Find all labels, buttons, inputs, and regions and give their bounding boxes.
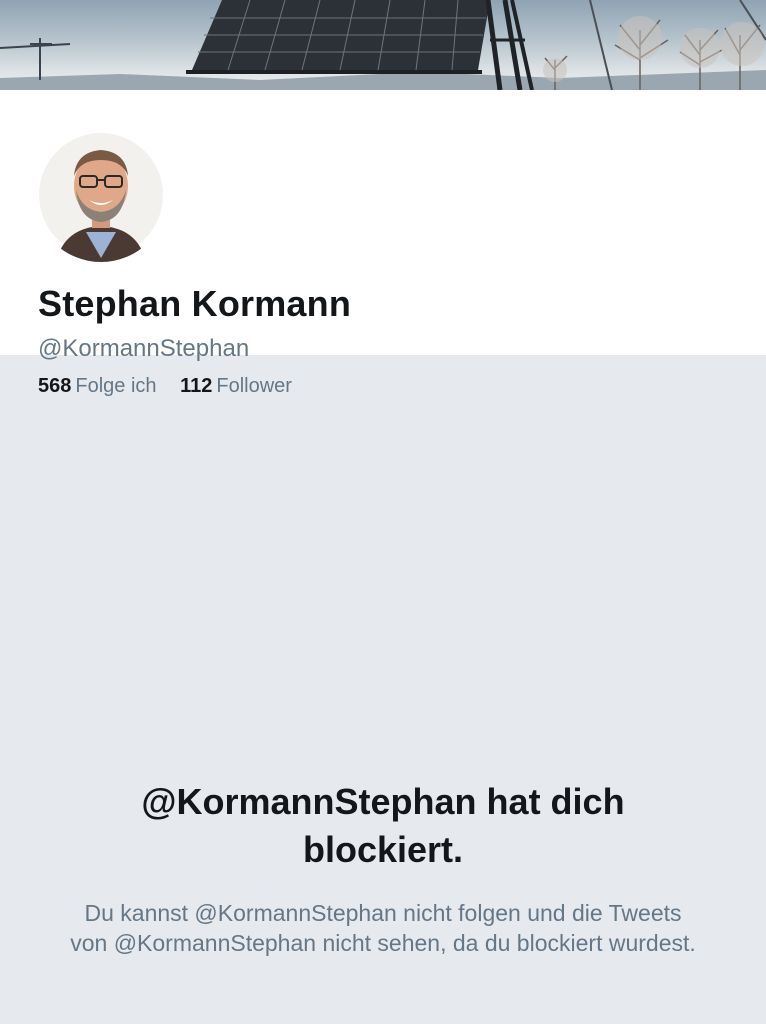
profile-stats: 568 Folge ich 112 Follower — [38, 375, 310, 398]
blocked-notice: @KormannStephan hat dich blockiert. Du k… — [0, 778, 766, 958]
followers-stat[interactable]: 112 Follower — [180, 375, 292, 398]
profile-banner-image[interactable] — [0, 0, 766, 90]
blocked-title: @KormannStephan hat dich blockiert. — [141, 781, 625, 870]
profile-handle: @KormannStephan — [38, 335, 250, 362]
following-label: Folge ich — [75, 375, 157, 397]
profile-header: Stephan Kormann @KormannStephan 568 Folge… — [0, 90, 766, 397]
followers-label: Follower — [216, 375, 292, 397]
profile-page: Stephan Kormann @KormannStephan 568 Folge… — [0, 0, 766, 1024]
following-count: 568 — [38, 375, 72, 397]
following-stat[interactable]: 568 Folge ich — [38, 375, 157, 398]
blocked-message: Du kannst @KormannStephan nicht folgen u… — [70, 900, 696, 956]
followers-count: 112 — [180, 375, 213, 397]
profile-display-name: Stephan Kormann — [38, 283, 352, 324]
avatar[interactable] — [34, 128, 168, 262]
